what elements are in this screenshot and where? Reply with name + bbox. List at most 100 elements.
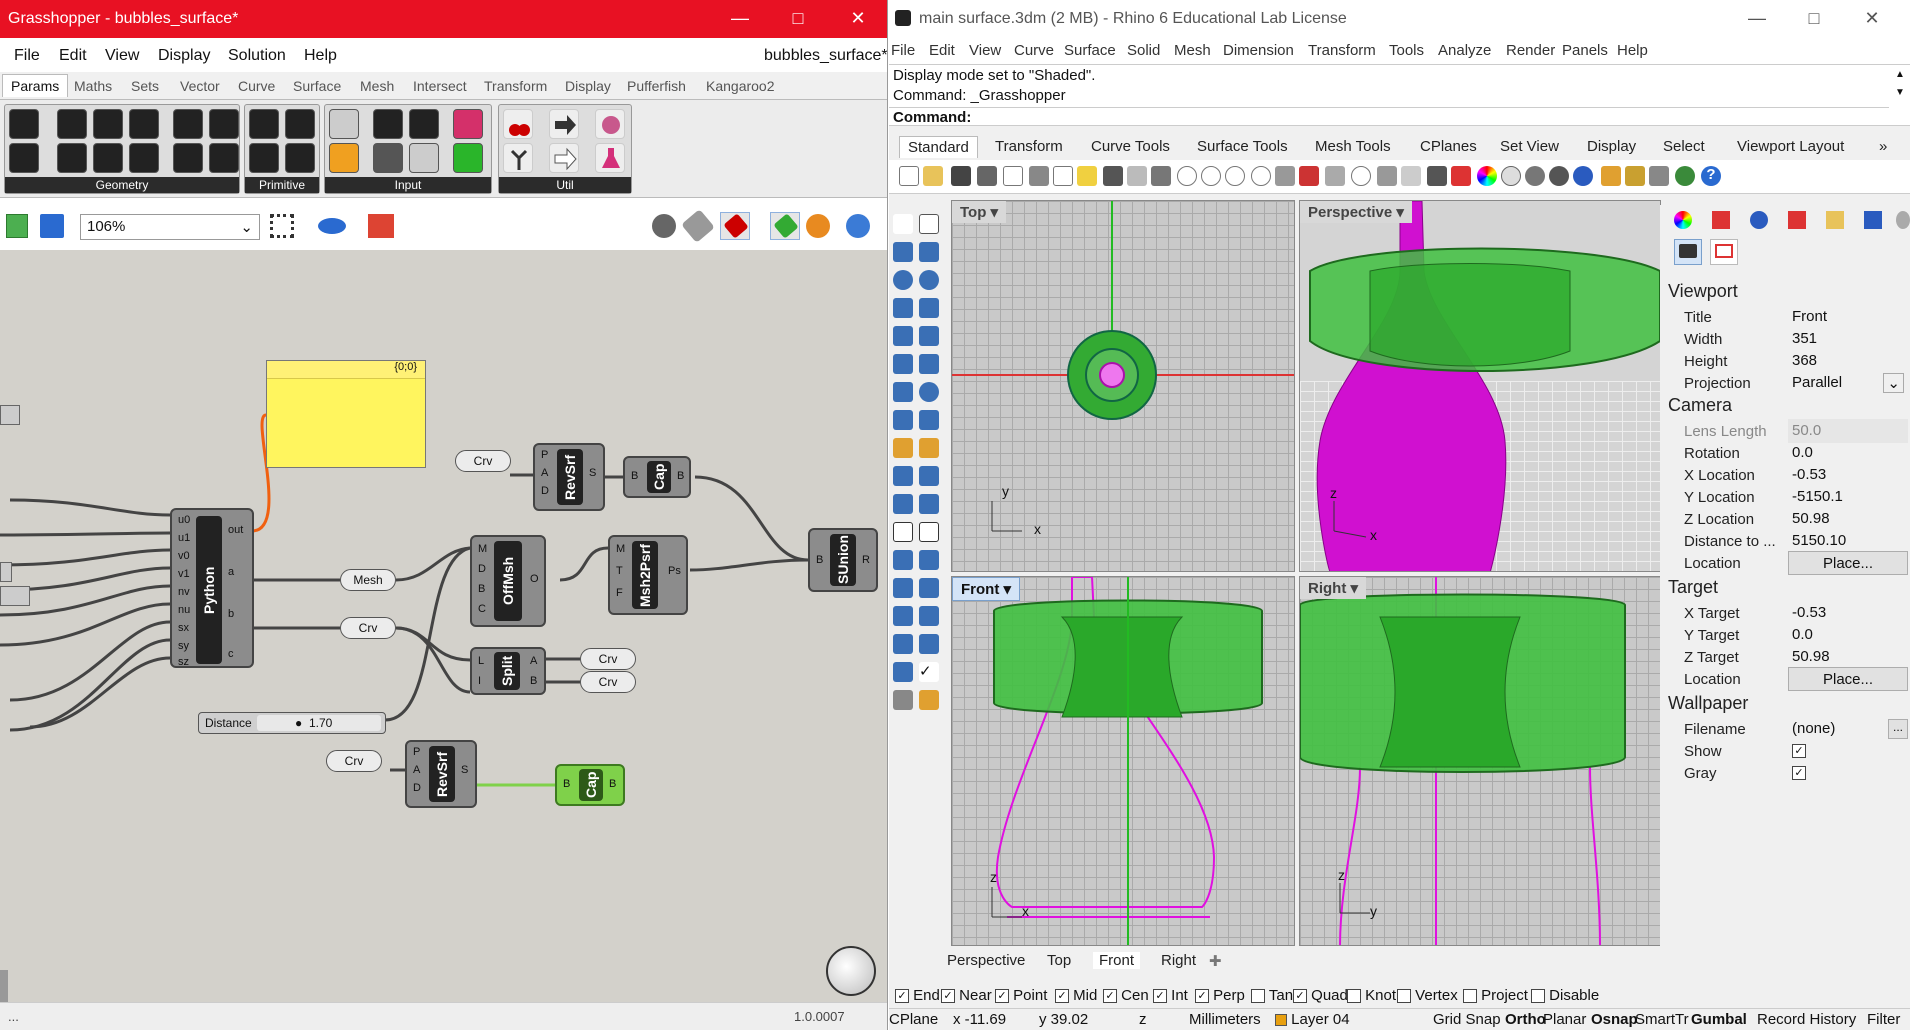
curve-param-icon[interactable] [93, 109, 123, 139]
circle-icon[interactable] [1351, 166, 1371, 186]
ellipse-icon[interactable] [919, 270, 939, 290]
polyline-icon[interactable] [893, 242, 913, 262]
grid-snap-toggle[interactable]: Grid Snap [1433, 1011, 1501, 1028]
input-pin[interactable]: I [478, 675, 481, 687]
boolean-param-icon[interactable] [249, 109, 279, 139]
osnap-toggle[interactable]: Osnap [1591, 1011, 1638, 1028]
input-pin[interactable]: v0 [178, 550, 190, 562]
save-icon[interactable] [951, 166, 971, 186]
menu-help[interactable]: Help [304, 47, 337, 65]
camera-icon[interactable] [1674, 239, 1702, 265]
vptab-perspective[interactable]: Perspective [947, 952, 1025, 969]
zoom-extents-icon[interactable] [270, 214, 294, 238]
viewport-right[interactable]: z y Right ▾ [1299, 576, 1661, 946]
input-pin[interactable]: u1 [178, 532, 190, 544]
tab-transform[interactable]: Transform [995, 138, 1063, 155]
sketch-icon[interactable] [368, 214, 394, 238]
input-pin[interactable]: B [563, 778, 570, 790]
property-value[interactable]: 50.98 [1788, 645, 1908, 669]
menu-panels[interactable]: Panels [1562, 42, 1608, 59]
menu-solid[interactable]: Solid [1127, 42, 1160, 59]
viewport-front[interactable]: z x Front ▾ [951, 576, 1295, 946]
arrow-outline-icon[interactable] [549, 143, 579, 173]
minimize-icon[interactable]: — [725, 8, 755, 29]
circle-icon[interactable] [893, 270, 913, 290]
place-camera-button[interactable]: Place... [1788, 551, 1908, 575]
output-pin[interactable]: B [530, 675, 537, 687]
menu-dimension[interactable]: Dimension [1223, 42, 1294, 59]
osnap-tan-checkbox[interactable] [1251, 989, 1265, 1004]
tab-kangaroo2[interactable]: Kangaroo2 [706, 78, 775, 94]
open-file-icon[interactable] [923, 166, 943, 186]
polygon-icon[interactable] [893, 326, 913, 346]
object-properties-icon[interactable] [1325, 166, 1345, 186]
selected-only-icon[interactable] [770, 212, 800, 240]
input-pin[interactable]: P [413, 746, 420, 758]
osnap-near[interactable]: ✓ Near [941, 987, 992, 1004]
boolean-icon[interactable] [893, 494, 913, 514]
dimension-icon[interactable] [893, 466, 913, 486]
menu-file[interactable]: File [14, 47, 40, 65]
menu-transform[interactable]: Transform [1308, 42, 1376, 59]
render-tools-icon[interactable] [893, 438, 913, 458]
scroll-up-icon[interactable]: ▲ [1895, 69, 1905, 80]
place-target-button[interactable]: Place... [1788, 667, 1908, 691]
menu-edit[interactable]: Edit [929, 42, 955, 59]
preview-off-icon[interactable] [652, 214, 676, 238]
check-icon[interactable]: ✓ [919, 662, 939, 682]
toggle-icon[interactable] [373, 109, 403, 139]
move-icon[interactable] [893, 578, 913, 598]
menu-solution[interactable]: Solution [228, 47, 286, 65]
input-pin[interactable]: F [616, 587, 623, 599]
surface-param-icon[interactable] [173, 143, 203, 173]
input-pin[interactable]: nv [178, 586, 190, 598]
offscreen-param[interactable] [0, 586, 30, 606]
osnap-disable[interactable]: Disable [1531, 987, 1599, 1004]
colour-swatch-icon[interactable] [453, 143, 483, 173]
tab-viewport-layout[interactable]: Viewport Layout [1737, 138, 1844, 155]
cherry-icon[interactable] [503, 109, 533, 139]
osnap-near-checkbox[interactable]: ✓ [941, 989, 955, 1004]
undo-icon[interactable] [1103, 166, 1123, 186]
color-wheel-icon[interactable] [1477, 166, 1497, 186]
input-pin[interactable]: A [413, 764, 420, 776]
osnap-perp-checkbox[interactable]: ✓ [1195, 989, 1209, 1004]
osnap-end-checkbox[interactable]: ✓ [895, 989, 909, 1004]
line-param-icon[interactable] [57, 143, 87, 173]
maximize-icon[interactable]: □ [783, 8, 813, 29]
grid-4view-icon[interactable] [1275, 166, 1295, 186]
property-value[interactable]: 50.98 [1788, 507, 1908, 531]
menu-render[interactable]: Render [1506, 42, 1555, 59]
text-icon[interactable] [893, 550, 913, 570]
crv-param[interactable]: Crv [455, 450, 511, 472]
sphere-icon[interactable] [919, 382, 939, 402]
vptab-right[interactable]: Right [1161, 952, 1196, 969]
zoom-selected-icon[interactable] [1251, 166, 1271, 186]
output-pin[interactable]: B [677, 470, 684, 482]
tab-maths[interactable]: Maths [74, 78, 112, 94]
tab-select[interactable]: Select [1663, 138, 1705, 155]
zoom-extents-icon[interactable] [1225, 166, 1245, 186]
input-pin[interactable]: T [616, 565, 623, 577]
slider-grip-icon[interactable]: ● [295, 716, 302, 730]
tab-sets[interactable]: Sets [131, 78, 159, 94]
input-pin[interactable]: A [541, 467, 548, 479]
group-icon[interactable] [919, 494, 939, 514]
osnap-knot[interactable]: Knot [1347, 987, 1396, 1004]
offmsh-component[interactable]: OffMsh M D B C O [470, 535, 546, 627]
tab-mesh-tools[interactable]: Mesh Tools [1315, 138, 1391, 155]
output-pin[interactable]: S [589, 467, 596, 479]
gray-checkbox[interactable]: ✓ [1792, 766, 1806, 781]
cap-component-selected[interactable]: Cap B B [555, 764, 625, 806]
tab-curve-tools[interactable]: Curve Tools [1091, 138, 1170, 155]
lock-icon[interactable] [1427, 166, 1447, 186]
tree-icon[interactable] [503, 143, 533, 173]
osnap-knot-checkbox[interactable] [1347, 989, 1361, 1004]
mirror-icon[interactable] [919, 606, 939, 626]
point-param-icon[interactable] [9, 109, 39, 139]
input-pin[interactable]: M [478, 543, 487, 555]
osnap-int-checkbox[interactable]: ✓ [1153, 989, 1167, 1004]
property-value[interactable]: -0.53 [1788, 601, 1908, 625]
tab-vector[interactable]: Vector [180, 78, 220, 94]
rectangle-icon[interactable] [919, 298, 939, 318]
